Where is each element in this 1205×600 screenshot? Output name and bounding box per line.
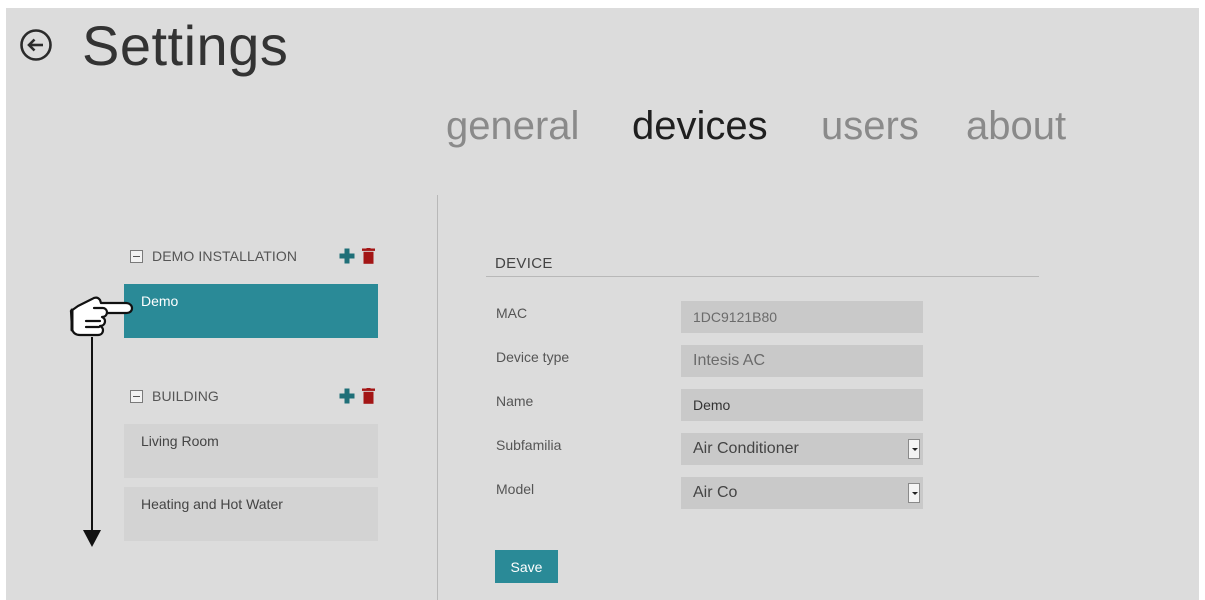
delete-group-trash-icon[interactable] bbox=[362, 388, 375, 404]
tab-users[interactable]: users bbox=[821, 98, 919, 154]
mac-label: MAC bbox=[496, 305, 528, 321]
subfamilia-label: Subfamilia bbox=[496, 437, 562, 453]
save-button[interactable]: Save bbox=[495, 550, 558, 583]
down-arrow-line bbox=[91, 337, 93, 533]
page-title: Settings bbox=[82, 14, 289, 77]
name-label: Name bbox=[496, 393, 534, 409]
name-input[interactable]: Demo bbox=[681, 389, 923, 421]
model-select[interactable]: Air Co bbox=[681, 477, 923, 509]
section-divider bbox=[486, 276, 1039, 277]
tab-devices[interactable]: devices bbox=[632, 98, 768, 154]
subfamilia-value: Air Conditioner bbox=[693, 440, 799, 457]
device-item-demo[interactable]: Demo bbox=[124, 284, 378, 338]
column-divider bbox=[437, 195, 438, 600]
back-icon[interactable] bbox=[19, 28, 53, 62]
device-type-field: Intesis AC bbox=[681, 345, 923, 377]
group-header-demo-installation: DEMO INSTALLATION bbox=[130, 245, 297, 267]
model-value: Air Co bbox=[693, 484, 738, 501]
device-section-title: DEVICE bbox=[495, 255, 553, 272]
group-header-building: BUILDING bbox=[130, 385, 219, 407]
tab-general[interactable]: general bbox=[446, 98, 579, 154]
chevron-down-icon[interactable] bbox=[908, 439, 920, 459]
tab-about[interactable]: about bbox=[966, 98, 1066, 154]
chevron-down-icon[interactable] bbox=[908, 483, 920, 503]
mac-field: 1DC9121B80 bbox=[681, 301, 923, 333]
model-label: Model bbox=[496, 481, 535, 497]
device-type-label: Device type bbox=[496, 349, 570, 365]
device-item-heating-hot-water[interactable]: Heating and Hot Water bbox=[124, 487, 378, 541]
group-label: DEMO INSTALLATION bbox=[152, 248, 298, 264]
pointing-hand-icon bbox=[69, 296, 134, 337]
collapse-icon[interactable] bbox=[130, 249, 143, 263]
add-device-plus-icon[interactable] bbox=[339, 388, 355, 404]
collapse-icon[interactable] bbox=[130, 389, 143, 403]
delete-group-trash-icon[interactable] bbox=[362, 248, 375, 264]
device-item-living-room[interactable]: Living Room bbox=[124, 424, 378, 478]
subfamilia-select[interactable]: Air Conditioner bbox=[681, 433, 923, 465]
add-device-plus-icon[interactable] bbox=[339, 248, 355, 264]
group-label: BUILDING bbox=[152, 388, 219, 404]
down-arrow-icon bbox=[83, 530, 101, 547]
